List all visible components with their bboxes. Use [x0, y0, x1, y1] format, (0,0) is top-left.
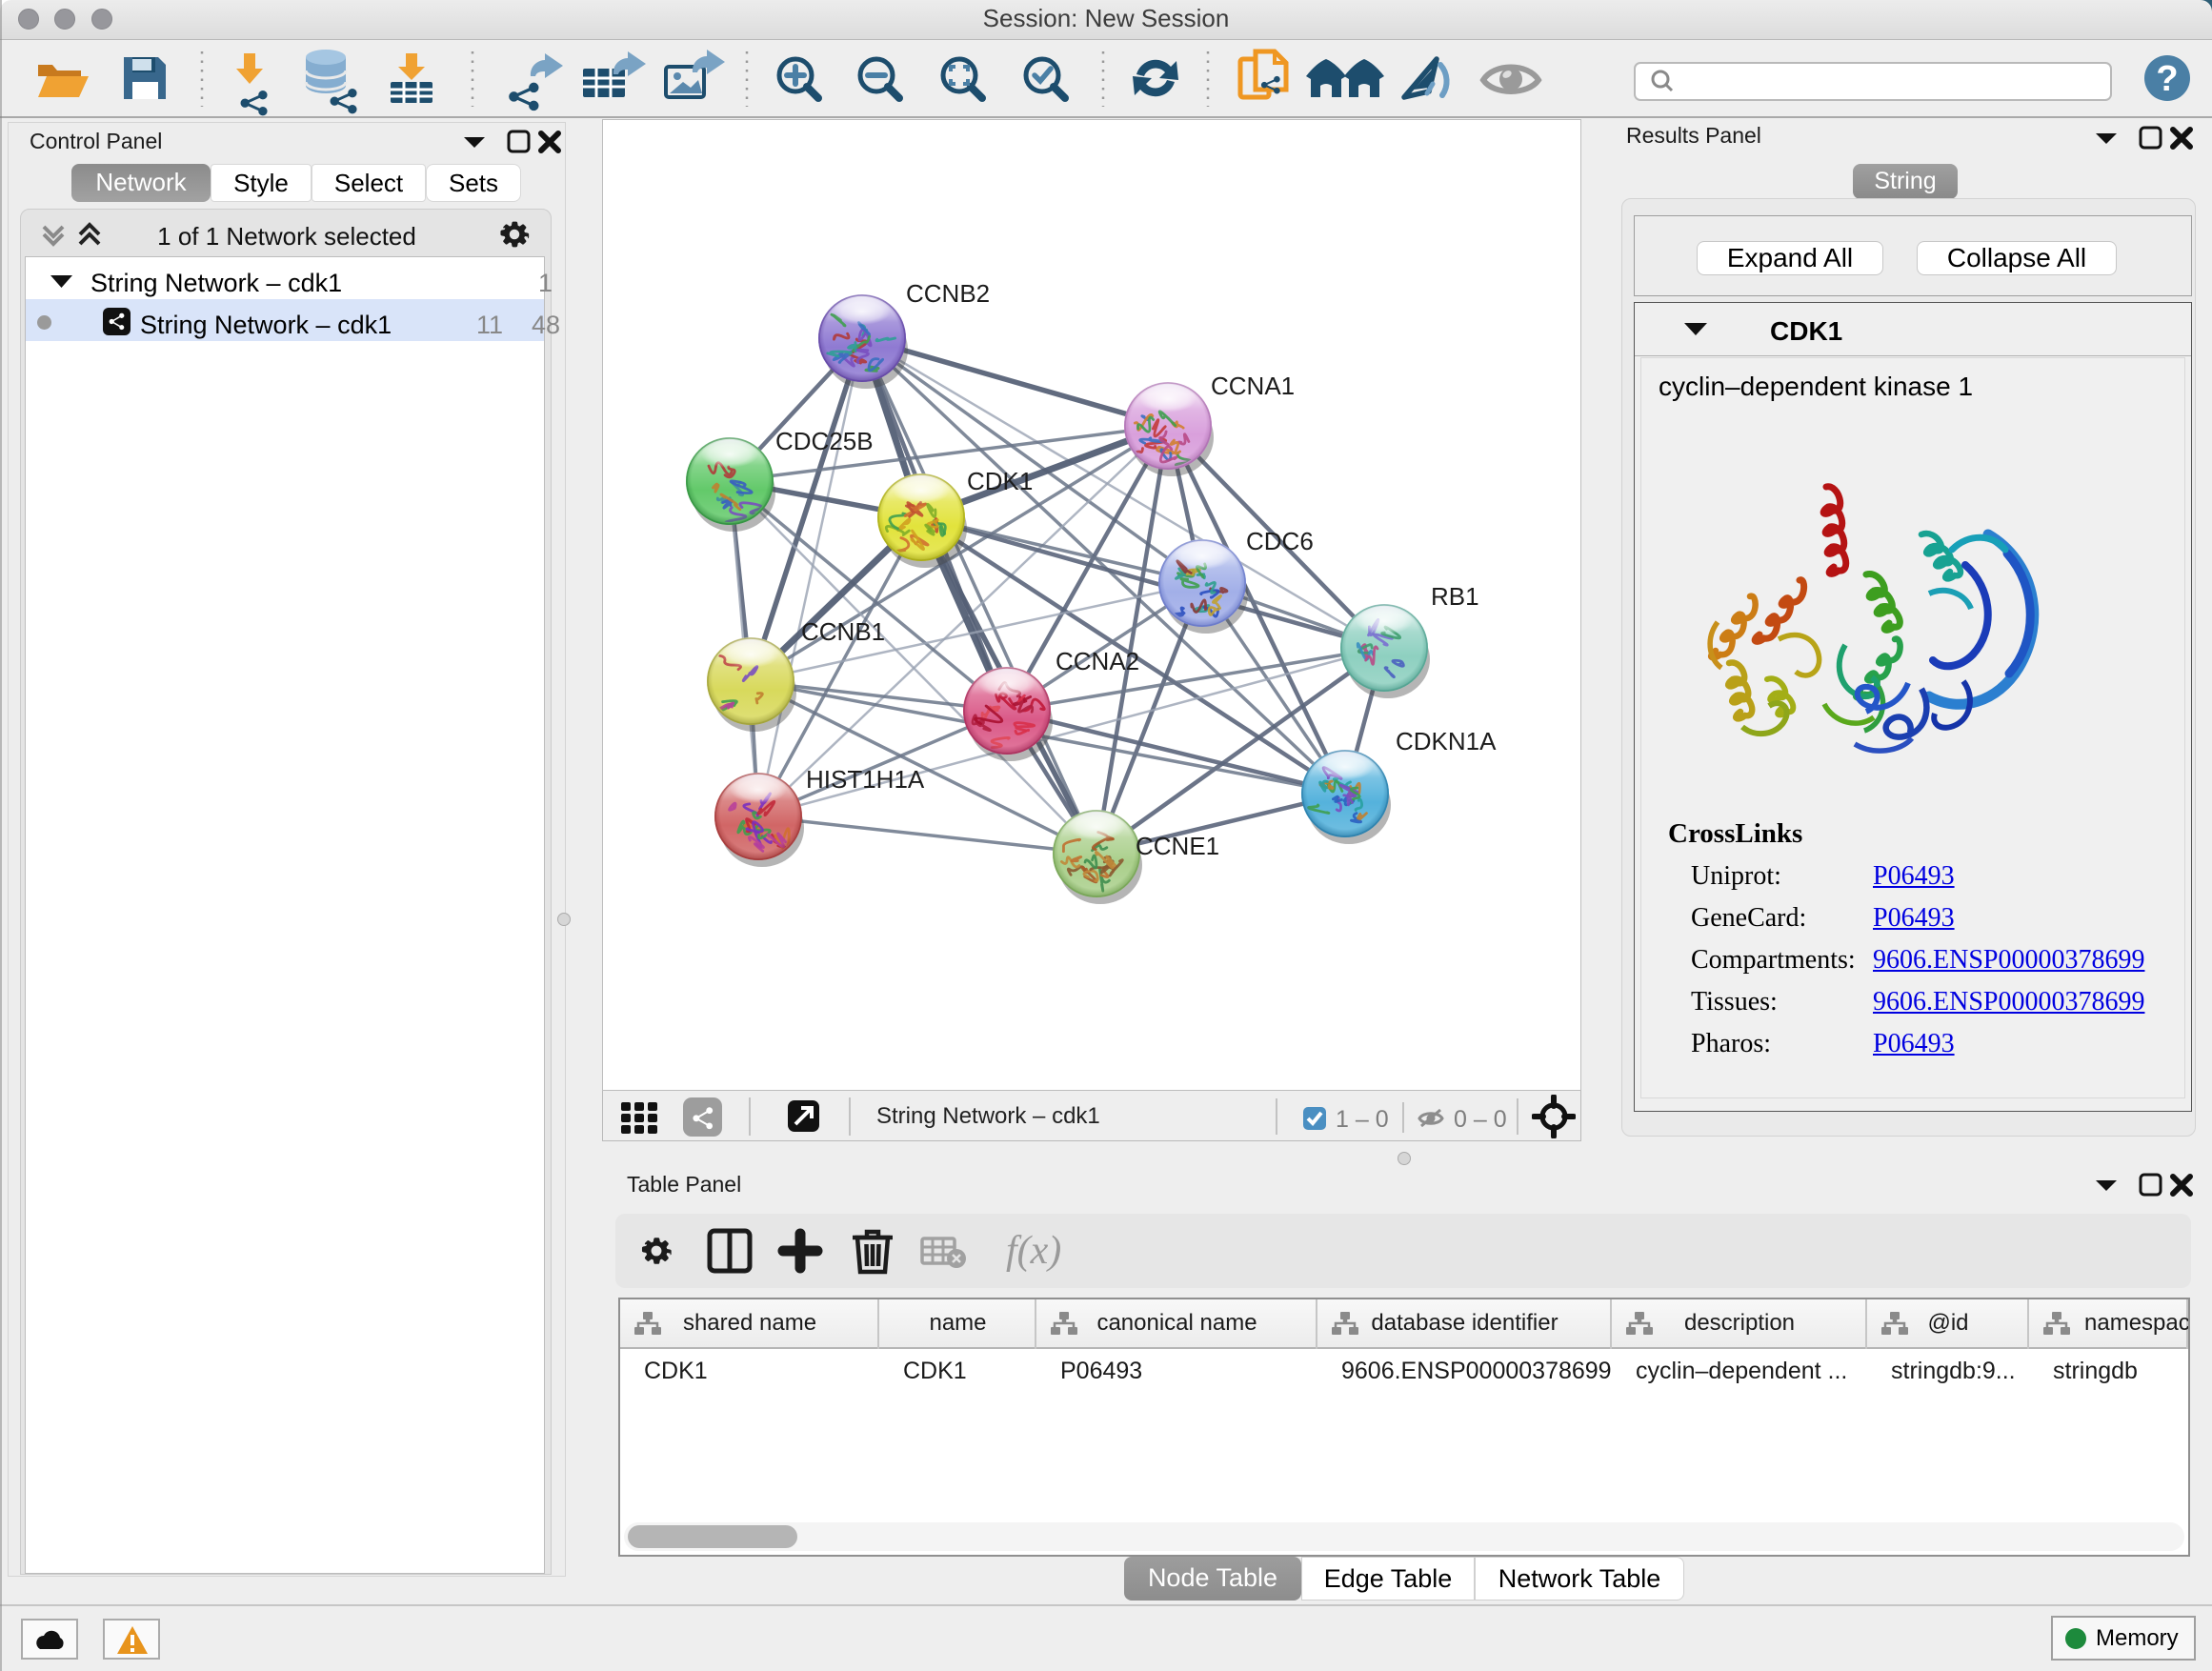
- svg-text:?: ?: [2156, 59, 2178, 99]
- svg-text:CCNE1: CCNE1: [1136, 832, 1219, 860]
- svg-text:CDK1: CDK1: [967, 467, 1033, 495]
- svg-text:CDKN1A: CDKN1A: [1396, 727, 1497, 755]
- svg-text:CCNA1: CCNA1: [1211, 372, 1295, 400]
- svg-text:0 – 0: 0 – 0: [1454, 1106, 1507, 1133]
- svg-text:RB1: RB1: [1431, 582, 1479, 611]
- svg-text:CDC25B: CDC25B: [775, 427, 874, 455]
- svg-text:HIST1H1A: HIST1H1A: [806, 765, 925, 794]
- svg-text:1 – 0: 1 – 0: [1336, 1106, 1389, 1133]
- svg-text:f(x): f(x): [1006, 1229, 1061, 1273]
- svg-text:CCNB1: CCNB1: [801, 617, 885, 646]
- svg-text:CCNA2: CCNA2: [1056, 647, 1139, 675]
- svg-text:CDC6: CDC6: [1246, 527, 1314, 555]
- svg-text:CCNB2: CCNB2: [906, 279, 990, 308]
